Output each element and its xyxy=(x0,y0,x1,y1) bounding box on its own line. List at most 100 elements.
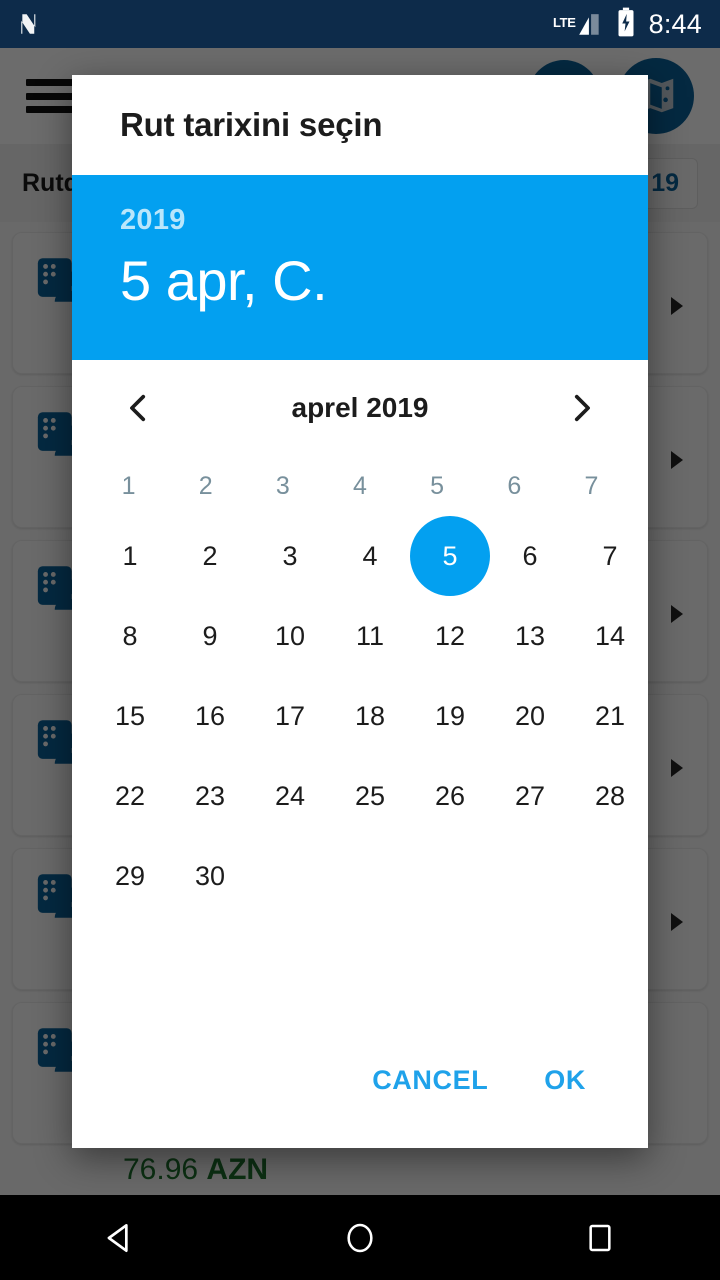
calendar-days-grid[interactable]: 1 2 3 4 5 6 7 8 9 10 11 12 13 14 15 16 17 18 19 20 21 22 23 24 2… xyxy=(90,516,630,916)
calendar-cell: 27 xyxy=(490,756,570,836)
calendar-cell: 20 xyxy=(490,676,570,756)
day-cell-18[interactable]: 18 xyxy=(330,676,410,756)
day-cell-3[interactable]: 3 xyxy=(250,516,330,596)
recents-square-icon[interactable] xyxy=(540,1195,660,1280)
day-cell-23[interactable]: 23 xyxy=(170,756,250,836)
phone-screen: Rutda 19 xyxy=(0,0,720,1280)
calendar-cell: 11 xyxy=(330,596,410,676)
weekday-header-4: 4 xyxy=(353,471,367,500)
day-cell-14[interactable]: 14 xyxy=(570,596,648,676)
month-navigation: aprel 2019 xyxy=(90,360,630,456)
home-circle-icon[interactable] xyxy=(300,1195,420,1280)
day-cell-8[interactable]: 8 xyxy=(90,596,170,676)
day-cell-6[interactable]: 6 xyxy=(490,516,570,596)
calendar-cell: 8 xyxy=(90,596,170,676)
calendar-cell: 10 xyxy=(250,596,330,676)
month-label: aprel 2019 xyxy=(291,392,429,423)
day-cell-26[interactable]: 26 xyxy=(410,756,490,836)
calendar-cell: 5 xyxy=(410,516,490,596)
selected-date[interactable]: 5 apr, C. xyxy=(120,249,600,313)
day-cell-5[interactable]: 5 xyxy=(410,516,490,596)
day-cell-22[interactable]: 22 xyxy=(90,756,170,836)
selected-year[interactable]: 2019 xyxy=(120,204,600,237)
calendar-cell xyxy=(410,836,490,916)
calendar-cell: 25 xyxy=(330,756,410,836)
n-logo-icon xyxy=(18,11,44,37)
weekday-header-7: 7 xyxy=(584,471,599,500)
calendar-cell: 19 xyxy=(410,676,490,756)
day-cell-25[interactable]: 25 xyxy=(330,756,410,836)
day-cell-20[interactable]: 20 xyxy=(490,676,570,756)
battery-charging-icon xyxy=(615,7,637,42)
day-cell-empty xyxy=(570,836,648,916)
signal-bars-icon: LTE xyxy=(553,10,603,38)
calendar-cell: 3 xyxy=(250,516,330,596)
date-picker-header: 2019 5 apr, C. xyxy=(72,175,648,360)
android-nav-bar xyxy=(0,1195,720,1280)
status-bar: LTE 8:44 xyxy=(0,0,720,48)
day-cell-30[interactable]: 30 xyxy=(170,836,250,916)
day-cell-9[interactable]: 9 xyxy=(170,596,250,676)
weekday-header-2: 2 xyxy=(198,471,213,500)
calendar-cell: 7 xyxy=(570,516,648,596)
chevron-right-icon[interactable] xyxy=(554,381,608,435)
calendar: aprel 2019 1234567 1 2 3 4 5 6 7 8 9 10 11 12 13 14 15… xyxy=(72,360,648,1028)
day-cell-2[interactable]: 2 xyxy=(170,516,250,596)
day-cell-21[interactable]: 21 xyxy=(570,676,648,756)
day-cell-11[interactable]: 11 xyxy=(330,596,410,676)
day-cell-empty xyxy=(410,836,490,916)
ok-button[interactable]: OK xyxy=(526,1053,604,1108)
weekday-header-3: 3 xyxy=(275,471,290,500)
chevron-left-icon[interactable] xyxy=(112,381,166,435)
calendar-cell xyxy=(570,836,648,916)
calendar-cell: 24 xyxy=(250,756,330,836)
calendar-cell: 15 xyxy=(90,676,170,756)
day-cell-16[interactable]: 16 xyxy=(170,676,250,756)
day-cell-13[interactable]: 13 xyxy=(490,596,570,676)
calendar-cell: 13 xyxy=(490,596,570,676)
calendar-cell xyxy=(250,836,330,916)
day-cell-15[interactable]: 15 xyxy=(90,676,170,756)
cancel-button[interactable]: CANCEL xyxy=(354,1053,506,1108)
day-cell-24[interactable]: 24 xyxy=(250,756,330,836)
calendar-cell: 9 xyxy=(170,596,250,676)
day-cell-12[interactable]: 12 xyxy=(410,596,490,676)
day-cell-empty xyxy=(330,836,410,916)
calendar-cell: 18 xyxy=(330,676,410,756)
day-cell-10[interactable]: 10 xyxy=(250,596,330,676)
network-type-label: LTE xyxy=(552,15,576,30)
weekday-header-6: 6 xyxy=(507,471,522,500)
day-cell-17[interactable]: 17 xyxy=(250,676,330,756)
calendar-cell: 21 xyxy=(570,676,648,756)
date-picker-dialog: Rut tarixini seçin 2019 5 apr, C. aprel … xyxy=(72,75,648,1148)
day-cell-empty xyxy=(490,836,570,916)
calendar-cell: 6 xyxy=(490,516,570,596)
calendar-cell xyxy=(490,836,570,916)
calendar-cell xyxy=(330,836,410,916)
calendar-cell: 29 xyxy=(90,836,170,916)
calendar-cell: 26 xyxy=(410,756,490,836)
weekday-header-1: 1 xyxy=(121,471,136,500)
weekday-header-row: 1 2 3 4 5 6 7 xyxy=(90,456,630,516)
calendar-cell: 23 xyxy=(170,756,250,836)
day-cell-4[interactable]: 4 xyxy=(330,516,410,596)
calendar-cell: 16 xyxy=(170,676,250,756)
day-cell-19[interactable]: 19 xyxy=(410,676,490,756)
status-bar-left xyxy=(18,11,44,37)
calendar-cell: 30 xyxy=(170,836,250,916)
calendar-cell: 12 xyxy=(410,596,490,676)
day-cell-27[interactable]: 27 xyxy=(490,756,570,836)
calendar-cell: 28 xyxy=(570,756,648,836)
day-cell-28[interactable]: 28 xyxy=(570,756,648,836)
calendar-cell: 17 xyxy=(250,676,330,756)
status-bar-right: LTE 8:44 xyxy=(553,7,702,42)
day-cell-1[interactable]: 1 xyxy=(90,516,170,596)
day-cell-7[interactable]: 7 xyxy=(570,516,648,596)
page-title: Rut tarixini seçin xyxy=(120,106,383,143)
back-triangle-icon[interactable] xyxy=(60,1195,180,1280)
status-clock: 8:44 xyxy=(648,8,702,39)
day-cell-29[interactable]: 29 xyxy=(90,836,170,916)
calendar-cell: 2 xyxy=(170,516,250,596)
weekday-header-5: 5 xyxy=(430,471,445,500)
dialog-actions: CANCEL OK xyxy=(72,1028,648,1148)
